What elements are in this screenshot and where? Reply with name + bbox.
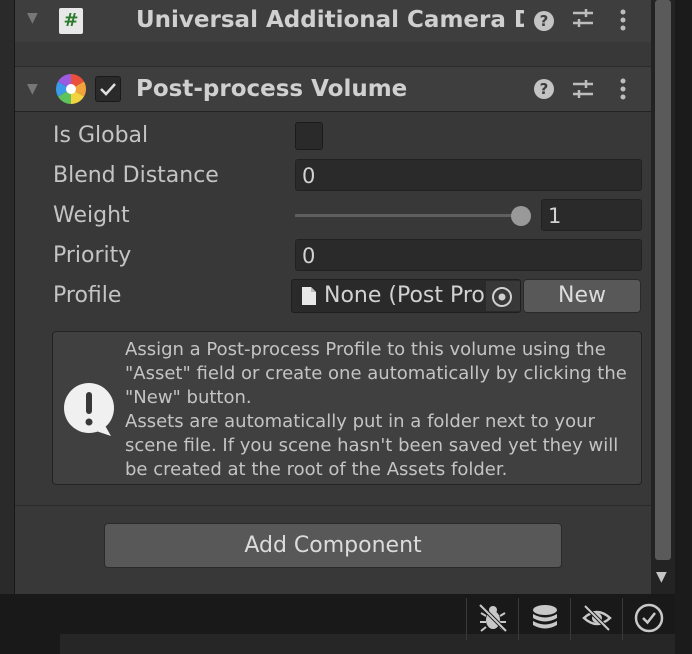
document-icon (302, 287, 316, 305)
status-separator (622, 598, 623, 640)
slider-track (295, 214, 521, 217)
profile-label: Profile (53, 283, 122, 308)
post-process-icon (55, 73, 87, 105)
scrollbar-thumb[interactable] (655, 0, 671, 560)
blend-distance-label: Blend Distance (53, 163, 219, 188)
bug-off-icon[interactable] (477, 602, 509, 634)
check-circle-icon[interactable] (633, 602, 665, 634)
profile-object-field[interactable]: None (Post Process Profile) (291, 279, 521, 313)
status-separator (570, 598, 571, 640)
presets-icon[interactable] (571, 77, 595, 107)
scroll-down-arrow-icon[interactable]: ▼ (656, 570, 667, 584)
profile-value: None (Post Process Profile) (324, 283, 486, 308)
left-panel-edge (0, 0, 15, 594)
section-divider (15, 42, 651, 67)
status-separator (466, 598, 467, 640)
add-component-button[interactable]: Add Component (104, 523, 562, 568)
eye-off-icon[interactable] (581, 602, 613, 634)
camera-data-title: Universal Additional Camera Data (136, 7, 524, 33)
post-process-title: Post-process Volume (136, 76, 408, 102)
database-stack-icon[interactable] (529, 602, 561, 634)
priority-field[interactable]: 0 (295, 239, 642, 271)
weight-label: Weight (53, 203, 130, 228)
window-edge (675, 0, 692, 654)
enabled-checkbox[interactable] (95, 76, 121, 102)
is-global-label: Is Global (53, 123, 149, 148)
help-icon[interactable]: ? (534, 79, 554, 99)
weight-slider[interactable] (295, 204, 531, 228)
help-box: Assign a Post-process Profile to this vo… (52, 331, 642, 485)
help-icon[interactable]: ? (534, 11, 554, 31)
camera-data-header[interactable]: ▼ # Universal Additional Camera Data ? (15, 0, 651, 43)
priority-label: Priority (53, 243, 132, 268)
status-bar-strip (60, 634, 675, 654)
is-global-checkbox[interactable] (295, 122, 323, 150)
help-message: Assign a Post-process Profile to this vo… (125, 339, 627, 480)
presets-icon[interactable] (571, 6, 595, 36)
script-icon: # (59, 8, 83, 34)
fold-arrow-icon[interactable]: ▼ (27, 81, 38, 97)
post-process-header[interactable]: ▼ Post-process Volume ? (15, 67, 651, 112)
kebab-menu-icon[interactable] (619, 8, 627, 38)
status-separator (518, 598, 519, 640)
fold-arrow-icon[interactable]: ▼ (27, 10, 38, 26)
exclamation-icon (63, 382, 117, 436)
new-profile-button[interactable]: New (523, 279, 641, 313)
status-bar (0, 594, 675, 654)
section-divider (15, 505, 651, 506)
blend-distance-field[interactable]: 0 (295, 159, 642, 191)
object-picker-icon[interactable] (486, 281, 520, 311)
slider-thumb[interactable] (511, 206, 531, 226)
scrollbar[interactable]: ▼ (651, 0, 675, 594)
kebab-menu-icon[interactable] (619, 77, 627, 107)
weight-field[interactable]: 1 (541, 199, 642, 231)
